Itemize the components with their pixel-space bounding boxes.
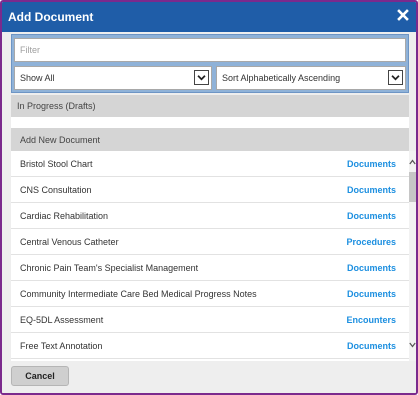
list-scrollbar[interactable] xyxy=(409,151,416,361)
add-document-dialog: Add Document Show All Sort Alphabeticall… xyxy=(0,0,418,395)
filter-panel: Show All Sort Alphabetically Ascending xyxy=(11,34,409,93)
document-category[interactable]: Documents xyxy=(347,185,396,195)
chevron-down-icon[interactable] xyxy=(194,70,209,85)
chevron-down-icon[interactable] xyxy=(388,70,403,85)
chevron-down-icon[interactable] xyxy=(409,340,416,350)
add-new-section-label: Add New Document xyxy=(20,135,101,145)
show-filter-value: Show All xyxy=(20,73,55,83)
document-category[interactable]: Documents xyxy=(347,263,396,273)
list-item[interactable]: Chronic Pain Team's Specialist Managemen… xyxy=(11,255,409,281)
document-name: Cardiac Rehabilitation xyxy=(20,211,109,221)
document-name: Central Venous Catheter xyxy=(20,237,119,247)
scrollbar-thumb[interactable] xyxy=(409,172,416,202)
sort-order-select[interactable]: Sort Alphabetically Ascending xyxy=(216,66,406,90)
dialog-titlebar: Add Document xyxy=(2,2,416,32)
add-new-section-header[interactable]: Add New Document xyxy=(11,128,409,151)
close-icon[interactable] xyxy=(396,8,410,22)
sort-order-value: Sort Alphabetically Ascending xyxy=(222,73,341,83)
document-name: Free Text Annotation xyxy=(20,341,103,351)
drafts-section-label: In Progress (Drafts) xyxy=(17,101,96,111)
document-name: Bristol Stool Chart xyxy=(20,159,93,169)
show-filter-select[interactable]: Show All xyxy=(14,66,212,90)
list-item[interactable]: Central Venous Catheter Procedures xyxy=(11,229,409,255)
document-category[interactable]: Documents xyxy=(347,159,396,169)
dialog-footer: Cancel xyxy=(2,361,416,393)
list-item[interactable]: Cardiac Rehabilitation Documents xyxy=(11,203,409,229)
document-category[interactable]: Procedures xyxy=(346,237,396,247)
filter-input[interactable] xyxy=(14,38,406,62)
list-item[interactable]: Bristol Stool Chart Documents xyxy=(11,151,409,177)
list-item[interactable]: CNS Consultation Documents xyxy=(11,177,409,203)
document-category[interactable]: Documents xyxy=(347,211,396,221)
cancel-button[interactable]: Cancel xyxy=(11,366,69,386)
document-name: EQ-5DL Assessment xyxy=(20,315,104,325)
drafts-list xyxy=(11,117,409,128)
document-name: CNS Consultation xyxy=(20,185,92,195)
document-category[interactable]: Documents xyxy=(347,341,396,351)
list-item[interactable]: Community Intermediate Care Bed Medical … xyxy=(11,281,409,307)
document-name: Community Intermediate Care Bed Medical … xyxy=(20,289,257,299)
chevron-up-icon[interactable] xyxy=(409,157,416,167)
list-item[interactable]: EQ-5DL Assessment Encounters xyxy=(11,307,409,333)
document-name: Chronic Pain Team's Specialist Managemen… xyxy=(20,263,199,273)
document-category[interactable]: Encounters xyxy=(346,315,396,325)
list-item[interactable]: Free Text Annotation Documents xyxy=(11,333,409,359)
document-category[interactable]: Documents xyxy=(347,289,396,299)
drafts-section-header[interactable]: In Progress (Drafts) xyxy=(11,95,409,117)
dialog-title: Add Document xyxy=(8,10,94,24)
document-list: Bristol Stool Chart Documents CNS Consul… xyxy=(11,151,409,361)
